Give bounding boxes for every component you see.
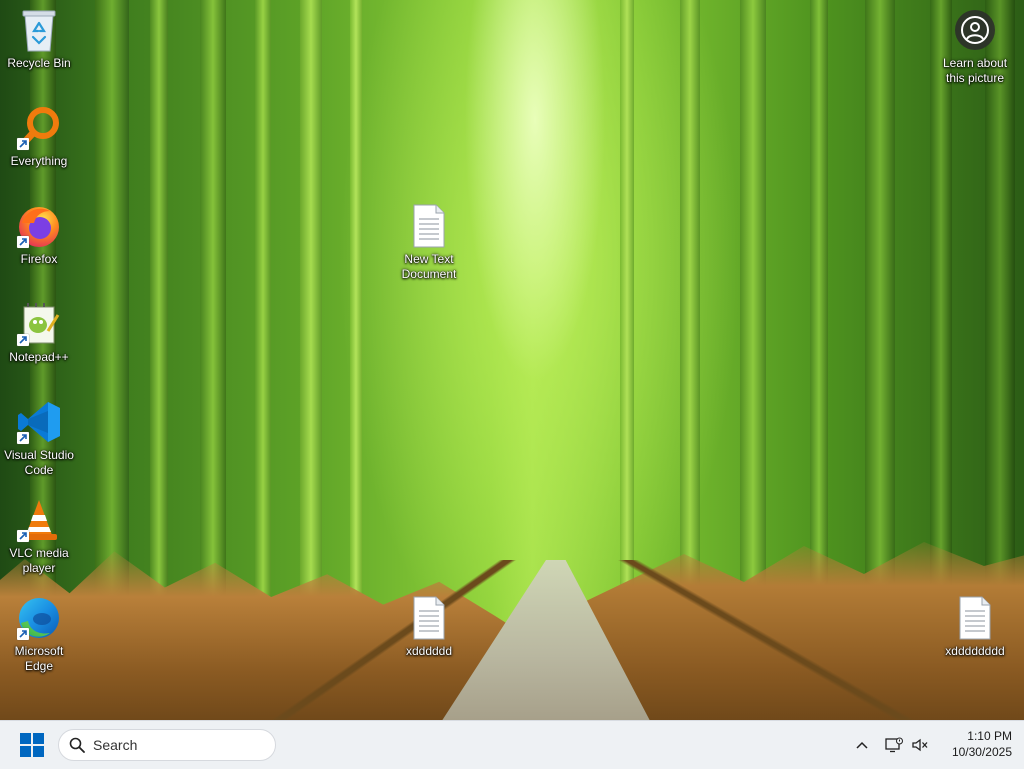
search-placeholder: Search [93, 737, 138, 753]
desktop-icon-firefox[interactable]: Firefox [1, 202, 77, 267]
desktop-icon-new-text-document[interactable]: New Text Document [391, 202, 467, 282]
volume-button[interactable] [908, 729, 932, 761]
desktop-icon-xdddddd[interactable]: xdddddd [391, 594, 467, 659]
windows-logo-icon [20, 733, 44, 757]
everything-search-icon [15, 104, 63, 152]
shortcut-arrow-icon [17, 530, 29, 542]
network-monitor-icon [885, 737, 903, 753]
desktop-icon-label: Recycle Bin [7, 56, 71, 70]
clock-date: 10/30/2025 [951, 745, 1012, 759]
shortcut-arrow-icon [17, 236, 29, 248]
taskbar-clock[interactable]: 1:10 PM 10/30/2025 [936, 728, 1012, 760]
desktop-icon-recycle-bin[interactable]: Recycle Bin [1, 6, 77, 71]
shortcut-arrow-icon [17, 628, 29, 640]
desktop-icon-label: Learn about this picture [942, 56, 1008, 85]
desktop-icon-vlc-media-player[interactable]: VLC media player [1, 496, 77, 576]
text-file-icon [951, 594, 999, 642]
shortcut-arrow-icon [17, 334, 29, 346]
spotlight-info-icon [951, 6, 999, 54]
desktop-icon-label: Microsoft Edge [14, 644, 64, 673]
taskbar-search-box[interactable]: Search [58, 729, 276, 761]
desktop-icon-label: Notepad++ [9, 350, 69, 364]
desktop-icon-notepad-plus-plus[interactable]: Notepad++ [1, 300, 77, 365]
volume-muted-icon [912, 738, 928, 752]
text-file-icon [405, 202, 453, 250]
taskbar: Search 1:10 PM 10/30/2025 [0, 720, 1024, 769]
chevron-up-icon [856, 741, 868, 749]
desktop-icon-microsoft-edge[interactable]: Microsoft Edge [1, 594, 77, 674]
desktop-icon-label: Everything [10, 154, 68, 168]
desktop-icon-visual-studio-code[interactable]: Visual Studio Code [1, 398, 77, 478]
shortcut-arrow-icon [17, 432, 29, 444]
network-status-button[interactable] [882, 729, 906, 761]
desktop-icon-label: VLC media player [9, 546, 69, 575]
desktop-icon-label: xdddddd [405, 644, 453, 658]
show-hidden-icons-button[interactable] [850, 729, 874, 761]
notepad-plus-plus-icon [15, 300, 63, 348]
vlc-cone-icon [15, 496, 63, 544]
desktop-icon-label: Firefox [20, 252, 58, 266]
search-icon [69, 737, 85, 753]
desktop-icon-xdddddddd[interactable]: xdddddddd [937, 594, 1013, 659]
wallpaper-fence-left [255, 560, 525, 720]
firefox-icon [15, 202, 63, 250]
recycle-bin-icon [15, 6, 63, 54]
edge-icon [15, 594, 63, 642]
desktop-icon-label: New Text Document [401, 252, 457, 281]
shortcut-arrow-icon [17, 138, 29, 150]
vscode-icon [15, 398, 63, 446]
desktop-icon-learn-about-this-picture[interactable]: Learn about this picture [937, 6, 1013, 86]
clock-time: 1:10 PM [967, 729, 1012, 743]
wallpaper-fence-right [555, 560, 985, 720]
desktop-icon-label: Visual Studio Code [4, 448, 74, 477]
desktop[interactable]: Recycle Bin Everything Firefox Notepad++… [0, 0, 1024, 720]
desktop-icon-label: xdddddddd [945, 644, 1005, 658]
desktop-icon-everything[interactable]: Everything [1, 104, 77, 169]
text-file-icon [405, 594, 453, 642]
start-button[interactable] [12, 727, 52, 763]
